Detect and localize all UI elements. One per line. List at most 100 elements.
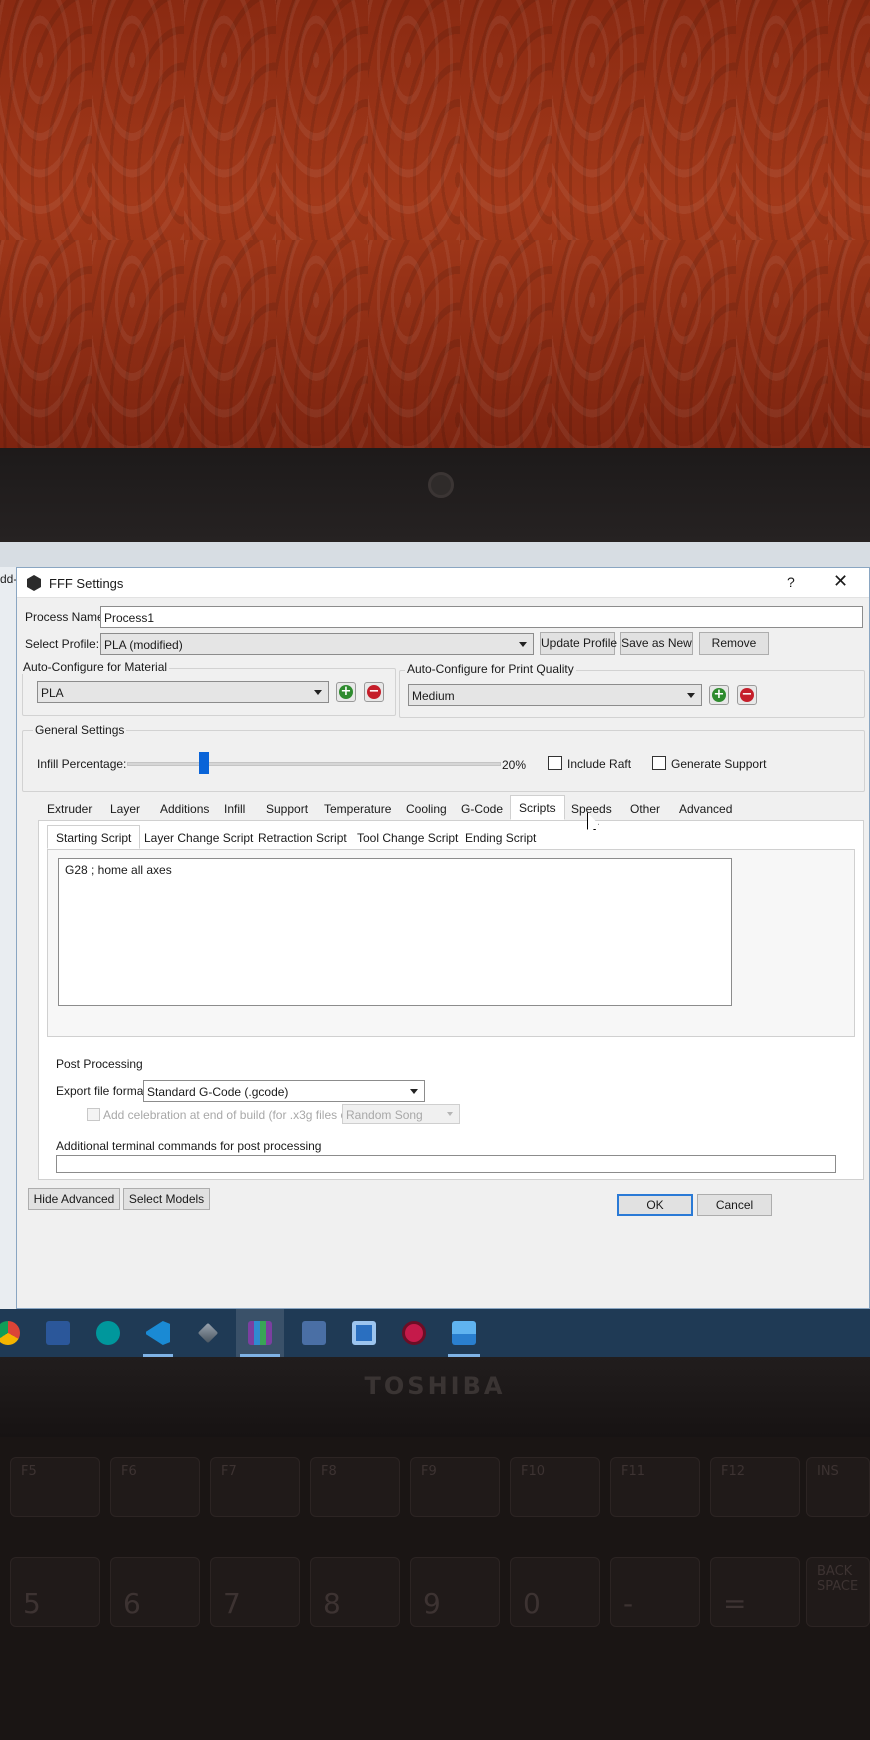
window-title: FFF Settings xyxy=(49,576,124,591)
select-models-button[interactable]: Select Models xyxy=(123,1188,210,1210)
subtab-retraction-script[interactable]: Retraction Script xyxy=(249,825,356,849)
include-raft-checkbox[interactable] xyxy=(548,756,562,770)
tab-cooling[interactable]: Cooling xyxy=(397,796,456,820)
update-profile-button[interactable]: Update Profile xyxy=(540,632,617,655)
minus-icon: − xyxy=(740,687,754,702)
quality-group-title: Auto-Configure for Print Quality xyxy=(405,662,576,676)
keyboard-key: F10 xyxy=(510,1457,600,1517)
tab-infill[interactable]: Infill xyxy=(215,796,254,820)
keyboard-key: - xyxy=(610,1557,700,1627)
calculator-icon[interactable] xyxy=(302,1321,326,1345)
infill-percentage-label: Infill Percentage: xyxy=(37,757,127,771)
export-format-label: Export file format xyxy=(56,1084,147,1098)
keyboard-key: 7 xyxy=(210,1557,300,1627)
webcam-icon xyxy=(428,472,454,498)
vscode-icon[interactable] xyxy=(146,1321,170,1345)
tab-scripts[interactable]: Scripts xyxy=(510,795,565,820)
keyboard-key: F6 xyxy=(110,1457,200,1517)
keyboard-key: F11 xyxy=(610,1457,700,1517)
generate-support-checkbox[interactable] xyxy=(652,756,666,770)
infill-slider-track[interactable] xyxy=(127,762,501,766)
tab-speeds[interactable]: Speeds xyxy=(562,796,621,820)
profile-select-value: PLA (modified) xyxy=(104,638,183,652)
wall-background xyxy=(0,0,870,448)
infill-slider-thumb[interactable] xyxy=(198,752,209,774)
celebration-checkbox[interactable] xyxy=(87,1108,100,1121)
tab-temperature[interactable]: Temperature xyxy=(315,796,400,820)
keyboard-key: 8 xyxy=(310,1557,400,1627)
photos-icon[interactable] xyxy=(452,1321,476,1345)
subtab-layer-change-script[interactable]: Layer Change Script xyxy=(135,825,262,849)
keyboard-key: INS xyxy=(806,1457,870,1517)
remove-quality-button[interactable]: − xyxy=(737,685,757,705)
keyboard-key: F8 xyxy=(310,1457,400,1517)
window-icon[interactable] xyxy=(352,1321,376,1345)
terminal-commands-input[interactable] xyxy=(56,1155,836,1173)
starting-script-panel: G28 ; home all axes xyxy=(47,849,855,1037)
export-format-value: Standard G-Code (.gcode) xyxy=(147,1085,289,1099)
arduino-icon[interactable] xyxy=(96,1321,120,1345)
windows-taskbar xyxy=(0,1309,870,1357)
minus-icon: − xyxy=(367,684,381,699)
tool-icon[interactable] xyxy=(197,1322,219,1344)
plus-icon: + xyxy=(339,684,353,699)
material-select[interactable]: PLA xyxy=(37,681,329,703)
title-bar: FFF Settings ? ✕ xyxy=(17,568,869,598)
select-profile-label: Select Profile: xyxy=(25,637,100,651)
tab-additions[interactable]: Additions xyxy=(151,796,218,820)
tab-layer[interactable]: Layer xyxy=(101,796,149,820)
tab-gcode[interactable]: G-Code xyxy=(452,796,512,820)
tab-extruder[interactable]: Extruder xyxy=(38,796,101,820)
include-raft-label: Include Raft xyxy=(567,757,632,771)
keyboard-key: 0 xyxy=(510,1557,600,1627)
chrome-icon[interactable] xyxy=(0,1321,20,1345)
laptop-screen: dd- FFF Settings ? ✕ Process Name: Proce… xyxy=(0,542,870,1357)
celebration-label: Add celebration at end of build (for .x3… xyxy=(103,1108,367,1122)
add-quality-button[interactable]: + xyxy=(709,685,729,705)
tab-other[interactable]: Other xyxy=(621,796,669,820)
process-name-input[interactable]: Process1 xyxy=(100,606,863,628)
material-group-title: Auto-Configure for Material xyxy=(21,660,170,674)
profile-select[interactable]: PLA (modified) xyxy=(100,633,534,655)
material-select-value: PLA xyxy=(41,686,64,700)
general-settings-title: General Settings xyxy=(33,723,127,737)
celebration-select[interactable]: Random Song xyxy=(342,1104,460,1124)
laptop-brand-logo: TOSHIBA xyxy=(364,1372,506,1400)
tab-advanced[interactable]: Advanced xyxy=(670,796,741,820)
app-logo-icon xyxy=(27,575,41,591)
word-icon[interactable] xyxy=(46,1321,70,1345)
tab-support[interactable]: Support xyxy=(257,796,317,820)
fff-settings-dialog: FFF Settings ? ✕ Process Name: Process1 … xyxy=(16,567,870,1309)
keyboard-key: F7 xyxy=(210,1457,300,1517)
raspberry-icon[interactable] xyxy=(402,1321,426,1345)
keyboard-key: = xyxy=(710,1557,800,1627)
subtab-ending-script[interactable]: Ending Script xyxy=(456,825,545,849)
background-window-edge: dd- xyxy=(0,567,16,1309)
chevron-down-icon xyxy=(447,1112,453,1116)
simplify3d-icon[interactable] xyxy=(248,1321,272,1345)
export-format-select[interactable]: Standard G-Code (.gcode) xyxy=(143,1080,425,1102)
help-button[interactable]: ? xyxy=(787,574,795,590)
save-as-new-button[interactable]: Save as New xyxy=(620,632,693,655)
keyboard-key: 5 xyxy=(10,1557,100,1627)
chevron-down-icon xyxy=(410,1089,418,1094)
chevron-down-icon xyxy=(687,693,695,698)
starting-script-textarea[interactable]: G28 ; home all axes xyxy=(58,858,732,1006)
cancel-button[interactable]: Cancel xyxy=(697,1194,772,1216)
hide-advanced-button[interactable]: Hide Advanced xyxy=(28,1188,120,1210)
celebration-select-value: Random Song xyxy=(346,1108,423,1122)
subtab-tool-change-script[interactable]: Tool Change Script xyxy=(348,825,467,849)
scripts-tab-panel: Starting Script Layer Change Script Retr… xyxy=(38,820,864,1180)
subtab-starting-script[interactable]: Starting Script xyxy=(47,825,141,849)
quality-select[interactable]: Medium xyxy=(408,684,702,706)
chevron-down-icon xyxy=(314,690,322,695)
add-material-button[interactable]: + xyxy=(336,682,356,702)
close-button[interactable]: ✕ xyxy=(833,571,848,592)
keyboard-key: F9 xyxy=(410,1457,500,1517)
chevron-down-icon xyxy=(519,642,527,647)
ok-button[interactable]: OK xyxy=(617,1194,693,1216)
remove-material-button[interactable]: − xyxy=(364,682,384,702)
post-processing-title: Post Processing xyxy=(56,1057,143,1071)
keyboard-key: BACK SPACE xyxy=(806,1557,870,1627)
remove-profile-button[interactable]: Remove xyxy=(699,632,769,655)
